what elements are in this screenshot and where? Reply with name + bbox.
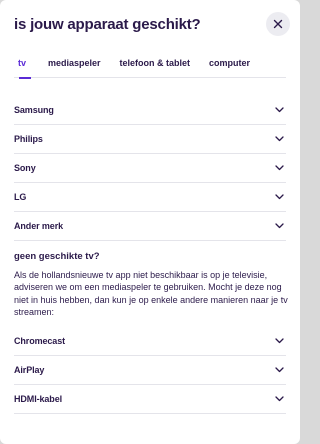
device-tabs: tv mediaspeler telefoon & tablet compute… [14,54,286,79]
chevron-down-icon [274,134,284,144]
brand-label: Samsung [14,105,54,115]
device-label: Chromecast [14,336,66,346]
brand-row-lg[interactable]: LG [14,183,286,212]
chevron-down-icon [274,105,284,115]
brand-row-samsung[interactable]: Samsung [14,96,286,125]
device-label: AirPlay [14,365,45,375]
tab-mediaspeler[interactable]: mediaspeler [48,54,101,78]
chevron-down-icon [274,163,284,173]
brand-label: Philips [14,134,43,144]
device-row-chromecast[interactable]: Chromecast [14,327,286,356]
chevron-down-icon [274,192,284,202]
brand-list: Samsung Philips Sony LG Ander merk [14,96,286,241]
tab-tv[interactable]: tv [18,54,32,79]
chevron-down-icon [274,221,284,231]
tab-telefoon-tablet[interactable]: telefoon & tablet [120,54,191,78]
brand-label: LG [14,192,27,202]
close-button[interactable] [266,12,290,36]
device-label: HDMI-kabel [14,394,63,404]
streaming-device-list: Chromecast AirPlay HDMI-kabel [14,327,286,414]
chevron-down-icon [274,336,284,346]
modal-title: is jouw apparaat geschikt? [14,16,201,33]
no-tv-description: Als de hollandsnieuwe tv app niet beschi… [14,270,288,317]
tab-computer[interactable]: computer [209,54,250,78]
device-row-hdmi-kabel[interactable]: HDMI-kabel [14,385,286,414]
brand-row-sony[interactable]: Sony [14,154,286,183]
brand-row-ander-merk[interactable]: Ander merk [14,212,286,241]
chevron-down-icon [274,394,284,404]
modal-header: is jouw apparaat geschikt? [14,12,290,36]
device-row-airplay[interactable]: AirPlay [14,356,286,385]
device-compatibility-modal: is jouw apparaat geschikt? tv mediaspele… [0,0,300,444]
brand-row-philips[interactable]: Philips [14,125,286,154]
close-icon [273,19,283,29]
no-tv-heading: geen geschikte tv? [14,251,100,262]
brand-label: Sony [14,163,36,173]
brand-label: Ander merk [14,221,64,231]
chevron-down-icon [274,365,284,375]
